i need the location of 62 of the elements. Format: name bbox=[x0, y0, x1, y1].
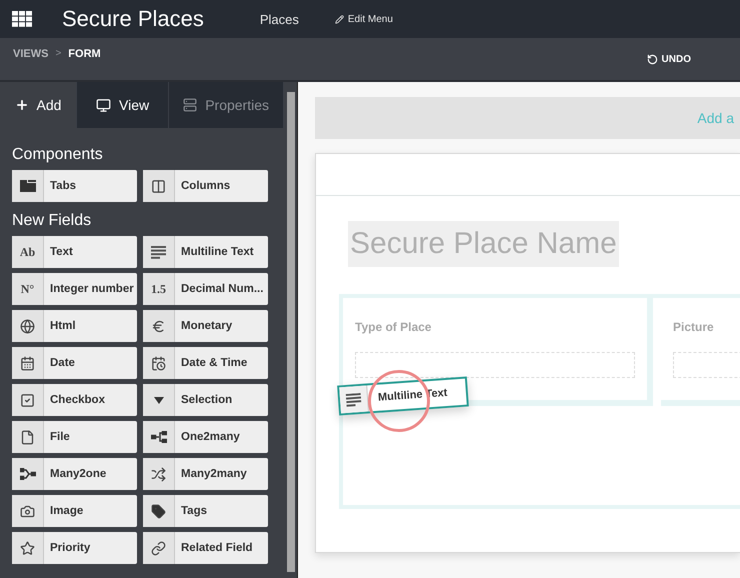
merge-icon bbox=[20, 468, 36, 480]
plus-icon bbox=[14, 98, 29, 112]
glyph-icon: N° bbox=[20, 282, 34, 296]
field-type-button[interactable]: Multiline Text bbox=[143, 236, 268, 268]
link-icon bbox=[151, 540, 166, 556]
field-type-button[interactable]: Related Field bbox=[143, 532, 268, 564]
file-icon bbox=[20, 430, 35, 444]
calendar-icon bbox=[20, 356, 35, 370]
field-type-button[interactable]: Image bbox=[12, 495, 137, 527]
checkbox-icon bbox=[20, 392, 35, 408]
star-icon bbox=[20, 540, 35, 556]
columns-icon bbox=[151, 178, 166, 194]
calendar-clock-icon bbox=[151, 356, 166, 370]
section-title: Components bbox=[12, 146, 104, 164]
branch-icon bbox=[150, 431, 166, 443]
edit-menu-link[interactable]: Edit Menu bbox=[334, 14, 393, 24]
globe-icon bbox=[20, 318, 35, 334]
shuffle-icon bbox=[151, 466, 166, 482]
tag-icon bbox=[151, 504, 166, 518]
app-title: Secure Places bbox=[62, 6, 204, 32]
field-type-button[interactable]: Tabs bbox=[12, 170, 137, 202]
input-field[interactable] bbox=[355, 352, 635, 378]
sidebar-tab[interactable]: Add bbox=[0, 82, 77, 128]
field-type-button[interactable]: Html bbox=[12, 310, 137, 342]
undo-button[interactable]: UNDO bbox=[646, 54, 691, 65]
section-title: New Fields bbox=[12, 212, 92, 230]
field-type-button[interactable]: N° Integer number bbox=[12, 273, 137, 305]
breadcrumb-item[interactable]: FORM bbox=[68, 48, 101, 60]
caret-icon bbox=[154, 396, 164, 404]
field-type-button[interactable]: Priority bbox=[12, 532, 137, 564]
input-field[interactable] bbox=[673, 352, 740, 378]
field-type-button[interactable]: Selection bbox=[143, 384, 268, 416]
field-type-button[interactable]: Monetary bbox=[143, 310, 268, 342]
lines-icon bbox=[346, 392, 362, 406]
glyph-icon: 1.5 bbox=[151, 282, 166, 296]
field-type-button[interactable]: Date bbox=[12, 347, 137, 379]
field-type-button[interactable]: 1.5 Decimal Num... bbox=[143, 273, 268, 305]
monitor-icon bbox=[96, 98, 112, 112]
field-type-button[interactable]: Ab Text bbox=[12, 236, 137, 268]
field-type-button[interactable]: File bbox=[12, 421, 137, 453]
undo-icon bbox=[646, 54, 658, 65]
tabs-icon bbox=[20, 180, 36, 192]
field-type-button[interactable]: One2many bbox=[143, 421, 268, 453]
menu-link[interactable]: Places bbox=[260, 12, 299, 26]
field-type-button[interactable]: Tags bbox=[143, 495, 268, 527]
field-label: Picture bbox=[673, 320, 715, 334]
euro-icon bbox=[151, 318, 166, 334]
field-type-button[interactable]: Columns bbox=[143, 170, 268, 202]
breadcrumb-separator: > bbox=[55, 48, 62, 59]
field-label: Type of Place bbox=[355, 320, 432, 334]
lines-icon bbox=[151, 246, 166, 258]
breadcrumb-item[interactable]: VIEWS bbox=[13, 48, 48, 60]
camera-icon bbox=[20, 504, 35, 518]
glyph-icon: Ab bbox=[20, 244, 36, 260]
server-icon bbox=[183, 98, 198, 112]
field-type-button[interactable]: Checkbox bbox=[12, 384, 137, 416]
pencil-icon bbox=[334, 14, 344, 24]
field-type-button[interactable]: Many2one bbox=[12, 458, 137, 490]
scrollbar[interactable] bbox=[286, 92, 294, 572]
field-type-button[interactable]: Many2many bbox=[143, 458, 268, 490]
field-type-button[interactable]: Date & Time bbox=[143, 347, 268, 379]
apps-menu-icon[interactable] bbox=[12, 11, 32, 27]
